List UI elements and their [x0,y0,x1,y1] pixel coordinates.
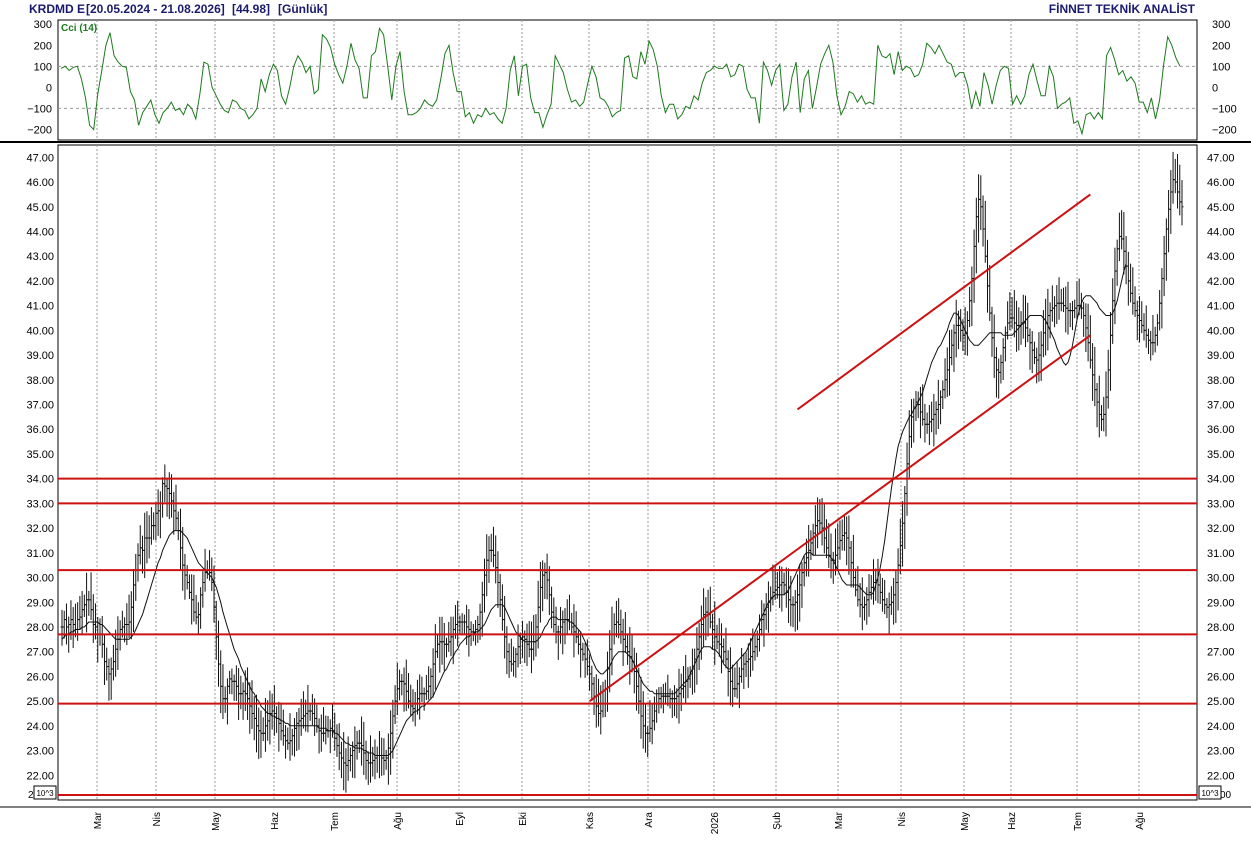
price-y-tick-right: 39.00 [1207,350,1235,362]
price-y-tick-left: 36.00 [26,424,54,436]
cci-y-tick-left: 300 [34,19,52,31]
x-tick-label: Haz [1007,812,1018,830]
x-tick-label: May [960,812,971,831]
price-y-tick-right: 45.00 [1207,202,1235,214]
cci-y-tick-right: 100 [1212,61,1230,73]
price-y-tick-left: 45.00 [26,202,54,214]
x-tick-label: Ağu [1135,812,1146,830]
price-y-tick-right: 38.00 [1207,375,1235,387]
price-y-tick-right: 32.00 [1207,523,1235,535]
x-tick-label: Mar [834,811,845,829]
price-y-tick-left: 24.00 [26,721,54,733]
price-y-tick-right: 24.00 [1207,721,1235,733]
price-y-tick-right: 40.00 [1207,325,1235,337]
cci-y-tick-right: 300 [1212,19,1230,31]
price-y-tick-right: 43.00 [1207,251,1235,263]
price-y-tick-right: 47.00 [1207,152,1235,164]
x-tick-label: Tem [1073,812,1084,831]
price-y-tick-left: 38.00 [26,375,54,387]
cci-y-tick-right: 200 [1212,40,1230,52]
price-y-tick-right: 30.00 [1207,573,1235,585]
cci-y-tick-left: −200 [27,124,52,136]
price-y-tick-left: 37.00 [26,400,54,412]
price-y-tick-left: 27.00 [26,647,54,659]
price-y-tick-right: 37.00 [1207,400,1235,412]
cci-y-tick-left: 0 [46,82,52,94]
price-y-tick-left: 23.00 [26,746,54,758]
price-y-tick-left: 42.00 [26,276,54,288]
volume-badge-left: 10^3 [36,789,54,798]
price-y-tick-left: 30.00 [26,573,54,585]
price-y-tick-left: 32.00 [26,523,54,535]
price-y-tick-left: 28.00 [26,622,54,634]
price-y-tick-left: 46.00 [26,177,54,189]
price-y-tick-right: 46.00 [1207,177,1235,189]
cci-y-tick-left: 100 [34,61,52,73]
cci-y-tick-right: −100 [1212,103,1237,115]
price-y-tick-left: 40.00 [26,325,54,337]
x-tick-label: Eyl [455,812,466,826]
x-tick-label: Mar [93,811,104,829]
x-tick-label: Şub [772,812,783,830]
price-y-tick-right: 26.00 [1207,671,1235,683]
x-tick-label: Tem [330,812,341,831]
price-y-tick-right: 36.00 [1207,424,1235,436]
price-y-tick-left: 47.00 [26,152,54,164]
cci-title: Cci (14) [61,23,97,34]
cci-y-tick-left: 200 [34,40,52,52]
x-tick-label: May [211,812,222,831]
cci-y-tick-right: 0 [1212,82,1218,94]
price-y-tick-right: 23.00 [1207,746,1235,758]
price-y-tick-right: 44.00 [1207,227,1235,239]
price-y-tick-left: 26.00 [26,671,54,683]
price-y-tick-right: 28.00 [1207,622,1235,634]
price-panel-frame [57,144,1198,801]
price-bottom-tick-right: 00 [1220,790,1232,801]
cci-y-tick-right: −200 [1212,124,1237,136]
cci-y-tick-left: −100 [27,103,52,115]
price-y-tick-right: 41.00 [1207,301,1235,313]
x-tick-label: Kas [585,812,596,829]
price-y-tick-right: 31.00 [1207,548,1235,560]
volume-badge-right: 10^3 [1201,789,1219,798]
price-y-tick-right: 34.00 [1207,474,1235,486]
price-y-tick-left: 35.00 [26,449,54,461]
price-y-tick-left: 41.00 [26,301,54,313]
price-y-tick-right: 42.00 [1207,276,1235,288]
x-tick-label: 2026 [710,812,721,835]
price-y-tick-left: 34.00 [26,474,54,486]
price-y-tick-left: 31.00 [26,548,54,560]
x-tick-label: Ara [644,812,655,828]
price-y-tick-left: 44.00 [26,227,54,239]
price-y-tick-left: 43.00 [26,251,54,263]
x-tick-label: Ağu [393,812,404,830]
price-y-tick-right: 35.00 [1207,449,1235,461]
price-y-tick-left: 25.00 [26,696,54,708]
price-y-tick-right: 29.00 [1207,597,1235,609]
price-y-tick-right: 25.00 [1207,696,1235,708]
x-tick-label: Eki [518,812,529,826]
price-chart: Mar Nis May Haz Tem Ağu Eyl Eki Kas Ara 2026 Şub Mar… [0,19,1251,835]
x-tick-label: Nis [152,812,163,826]
price-y-tick-right: 22.00 [1207,770,1235,782]
price-y-tick-left: 29.00 [26,597,54,609]
price-y-tick-left: 22.00 [26,770,54,782]
price-y-tick-left: 39.00 [26,350,54,362]
price-y-tick-left: 33.00 [26,498,54,510]
price-y-tick-right: 33.00 [1207,498,1235,510]
x-tick-label: Haz [270,812,281,830]
x-tick-label: Nis [897,812,908,826]
price-y-tick-right: 27.00 [1207,647,1235,659]
cci-panel-frame [57,19,1198,141]
